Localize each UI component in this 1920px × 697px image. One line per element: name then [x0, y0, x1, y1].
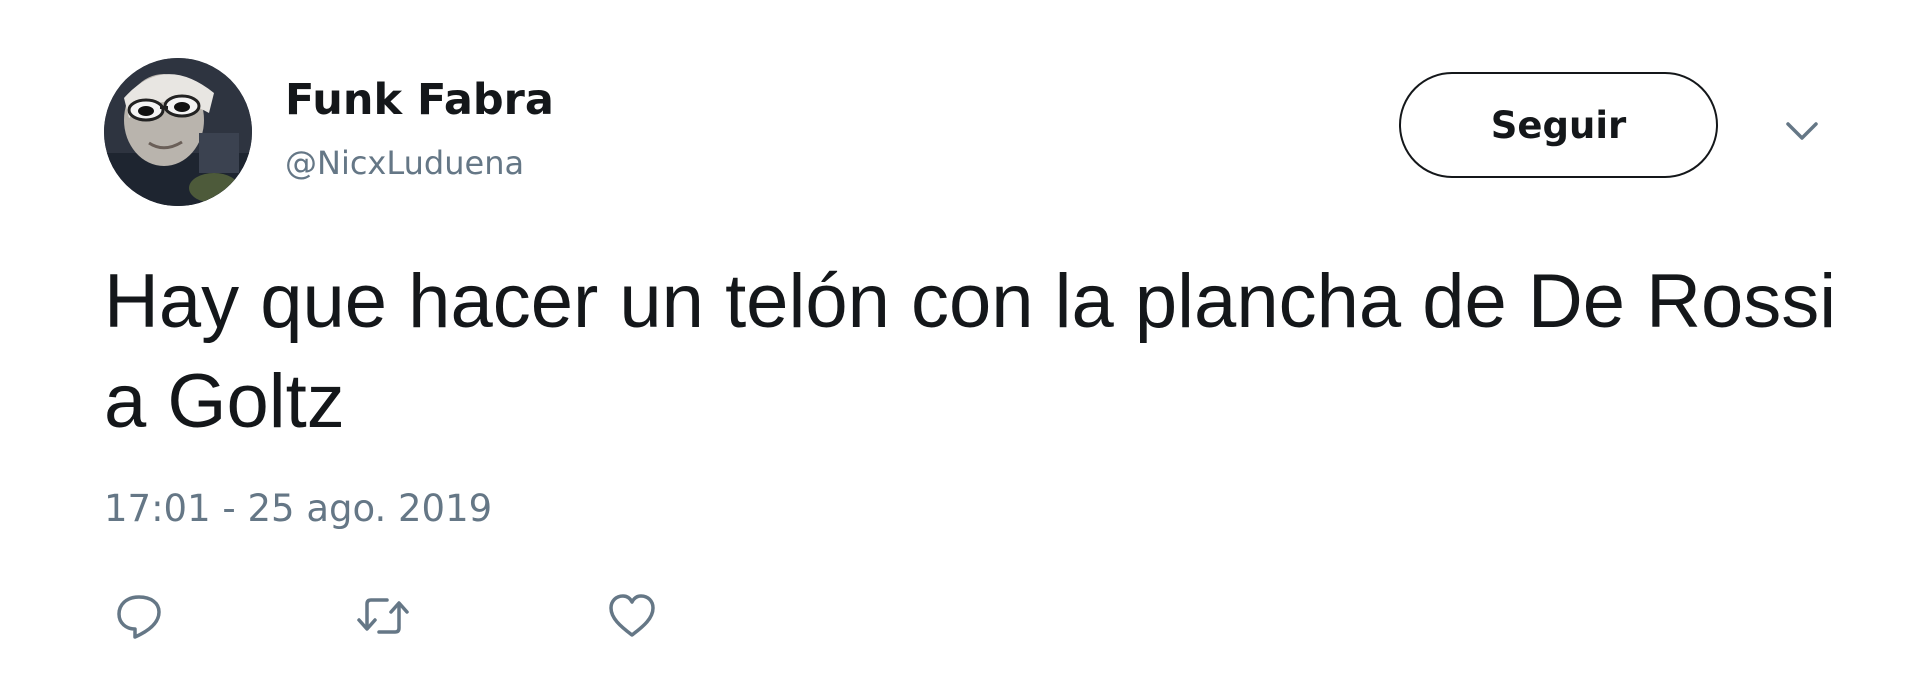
- avatar-image: [104, 58, 252, 206]
- author-handle[interactable]: @NicxLuduena: [285, 143, 524, 183]
- user-avatar[interactable]: [104, 58, 252, 206]
- follow-button[interactable]: Seguir: [1399, 72, 1718, 178]
- retweet-icon[interactable]: [355, 590, 409, 642]
- heart-icon[interactable]: [606, 590, 658, 642]
- tweet-text: Hay que hacer un telón con la plancha de…: [104, 259, 1837, 444]
- tweet-timestamp[interactable]: 17:01 - 25 ago. 2019: [104, 486, 492, 532]
- reply-icon[interactable]: [113, 590, 165, 642]
- chevron-down-icon[interactable]: [1782, 112, 1822, 152]
- follow-button-label: Seguir: [1490, 103, 1627, 147]
- tweet-card: Funk Fabra @NicxLuduena Seguir Hay que h…: [0, 0, 1920, 697]
- author-display-name[interactable]: Funk Fabra: [285, 74, 554, 126]
